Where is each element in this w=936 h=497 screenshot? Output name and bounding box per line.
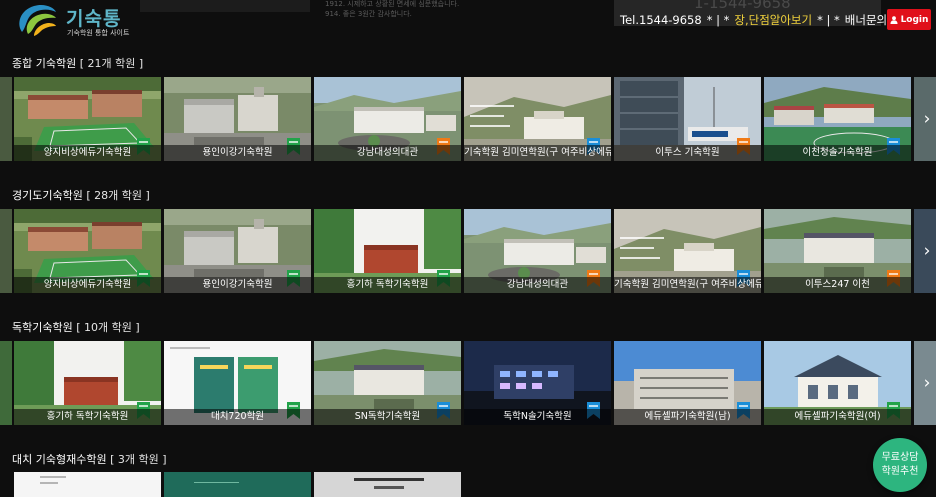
card-thumbnail[interactable]: [14, 472, 161, 497]
academy-name: 양지비상에듀기숙학원: [14, 145, 161, 161]
notice-line-2[interactable]: 914. 좋은 3원간 감사합니다.: [325, 9, 412, 19]
academy-name: 용인이강기숙학원: [164, 145, 311, 161]
section-count: [ 10개 학원 ]: [76, 321, 140, 334]
site-header: 기숙통 기숙학원 통합 사이트 1912. 시제하고 상황된 면세에 심문했습니…: [0, 0, 936, 40]
logo-mark-icon: [19, 4, 56, 36]
section-title-gyeonggi: 경기도기숙학원 [ 28개 학원 ]: [12, 187, 150, 203]
page-root: 기숙통 기숙학원 통합 사이트 1912. 시제하고 상황된 면세에 심문했습니…: [0, 0, 936, 497]
free-consult-line2: 학원추천: [881, 466, 919, 477]
academy-name: 강남대성의대관: [464, 277, 611, 293]
free-consult-line1: 무료상담: [881, 452, 919, 463]
academy-name: 독학N솔기숙학원: [464, 409, 611, 425]
chevron-right-icon[interactable]: ›: [918, 341, 936, 425]
partial-card-thumbnail[interactable]: [0, 209, 12, 293]
academy-card[interactable]: 양지비상에듀기숙학원: [14, 77, 161, 161]
section-title-text: 대치 기숙형재수학원: [12, 453, 107, 466]
academy-card[interactable]: SN독학기숙학원: [314, 341, 461, 425]
academy-card[interactable]: 기숙학원 김미연학원(구 여주비상에듀): [464, 77, 611, 161]
academy-name: 이천청솔기숙학원: [764, 145, 911, 161]
academy-card[interactable]: 홍기하 독학기숙학원: [14, 341, 161, 425]
academy-card[interactable]: 에듀셀파기숙학원(남): [614, 341, 761, 425]
card-thumbnail[interactable]: [164, 472, 311, 497]
partial-card-thumbnail[interactable]: [0, 341, 12, 425]
academy-card[interactable]: 이투스 기숙학원: [614, 77, 761, 161]
nav-separator: * | *: [706, 13, 730, 27]
academy-name: 기숙학원 김미연학원(구 여주비상에듀): [464, 145, 611, 161]
academy-name: 양지비상에듀기숙학원: [14, 277, 161, 293]
academy-name: 대치720학원: [164, 409, 311, 425]
carousel-row-general: 양지비상에듀기숙학원 용인이강기숙학원 강남대성의대관 기숙학원 김미연학원(구…: [0, 77, 936, 161]
academy-name: SN독학기숙학원: [314, 409, 461, 425]
logo-subtitle: 기숙학원 통합 사이트: [67, 29, 130, 37]
carousel-row-dokhak: 홍기하 독학기숙학원 대치720학원 SN독학기숙학원 독학N솔기숙학원 에듀셀…: [0, 341, 936, 425]
top-search-area[interactable]: [140, 0, 310, 12]
academy-name: 용인이강기숙학원: [164, 277, 311, 293]
academy-card[interactable]: 기숙학원 김미연학원(구 여주비상에듀): [614, 209, 761, 293]
academy-card[interactable]: 대치720학원: [164, 341, 311, 425]
partial-card-thumbnail[interactable]: [0, 77, 12, 161]
academy-card[interactable]: 용인이강기숙학원: [164, 209, 311, 293]
academy-card[interactable]: 이투스247 이천: [764, 209, 911, 293]
academy-name: 홍기하 독학기숙학원: [314, 277, 461, 293]
academy-name: 홍기하 독학기숙학원: [14, 409, 161, 425]
academy-card[interactable]: 양지비상에듀기숙학원: [14, 209, 161, 293]
section-count: [ 21개 학원 ]: [79, 57, 144, 70]
phone-banner-text: 1-1544-9658: [694, 0, 791, 12]
login-button[interactable]: Login: [887, 9, 931, 30]
notice-line-1[interactable]: 1912. 시제하고 상황된 면세에 심문했습니다.: [325, 0, 459, 9]
academy-card[interactable]: 강남대성의대관: [314, 77, 461, 161]
academy-card[interactable]: 이천청솔기숙학원: [764, 77, 911, 161]
section-title-general: 종합 기숙학원 [ 21개 학원 ]: [12, 55, 143, 71]
academy-card[interactable]: 에듀셀파기숙학원(여): [764, 341, 911, 425]
section-title-text: 독학기숙학원: [12, 321, 73, 334]
logo-title: 기숙통: [66, 8, 122, 30]
card-thumbnail[interactable]: [314, 472, 461, 497]
section-title-text: 경기도기숙학원: [12, 189, 83, 202]
academy-card[interactable]: 독학N솔기숙학원: [464, 341, 611, 425]
academy-card[interactable]: 강남대성의대관: [464, 209, 611, 293]
nav-separator: * | *: [817, 13, 840, 27]
section-count: [ 3개 학원 ]: [110, 453, 167, 466]
user-icon: [890, 15, 898, 24]
academy-name: 이투스 기숙학원: [614, 145, 761, 161]
nav-consult-link[interactable]: 장,단점알아보기: [734, 12, 812, 28]
site-logo[interactable]: 기숙통 기숙학원 통합 사이트: [10, 1, 140, 39]
academy-card[interactable]: 용인이강기숙학원: [164, 77, 311, 161]
academy-name: 기숙학원 김미연학원(구 여주비상에듀): [614, 277, 761, 293]
section-title-dokhak: 독학기숙학원 [ 10개 학원 ]: [12, 319, 140, 335]
section-count: [ 28개 학원 ]: [86, 189, 150, 202]
chevron-right-icon[interactable]: ›: [918, 77, 936, 161]
carousel-row-daechi: [0, 472, 936, 497]
academy-name: 강남대성의대관: [314, 145, 461, 161]
academy-name: 이투스247 이천: [764, 277, 911, 293]
top-nav: Tel.1544-9658 * | * 장,단점알아보기 * | * 배너문의: [620, 12, 887, 28]
academy-card[interactable]: 홍기하 독학기숙학원: [314, 209, 461, 293]
chevron-right-icon[interactable]: ›: [918, 209, 936, 293]
academy-name: 에듀셀파기숙학원(여): [764, 409, 911, 425]
academy-name: 에듀셀파기숙학원(남): [614, 409, 761, 425]
carousel-row-gyeonggi: 양지비상에듀기숙학원 용인이강기숙학원 홍기하 독학기숙학원 강남대성의대관 기…: [0, 209, 936, 293]
tel-number[interactable]: Tel.1544-9658: [620, 13, 702, 27]
login-label: Login: [900, 14, 929, 25]
section-title-text: 종합 기숙학원: [12, 57, 77, 70]
nav-banner-link[interactable]: 배너문의: [845, 12, 887, 28]
section-title-daechi: 대치 기숙형재수학원 [ 3개 학원 ]: [12, 451, 167, 467]
free-consult-button[interactable]: 무료상담 학원추천: [873, 438, 927, 492]
